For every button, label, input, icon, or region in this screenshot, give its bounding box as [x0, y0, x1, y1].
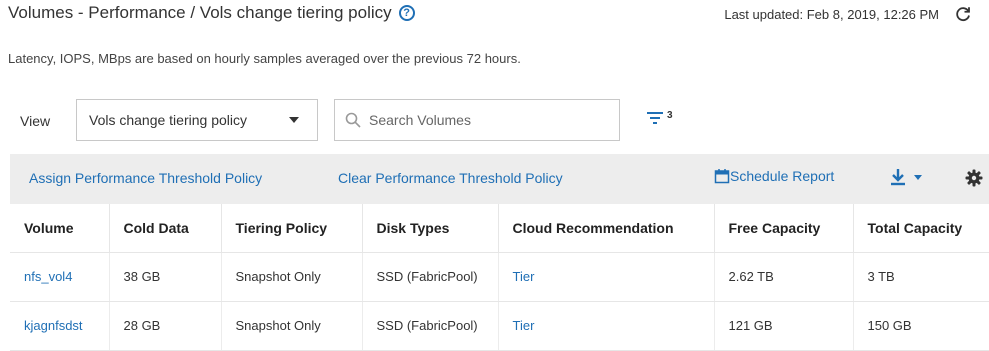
cloud-recommendation-link[interactable]: Tier — [498, 252, 715, 302]
clear-threshold-policy-link[interactable]: Clear Performance Threshold Policy — [338, 170, 563, 186]
filter-count-badge: 3 — [667, 110, 673, 121]
cold-data-cell: 28 GB — [109, 301, 222, 351]
volumes-table: Volume Cold Data Tiering Policy Disk Typ… — [10, 204, 989, 351]
table-toolbar: Assign Performance Threshold Policy Clea… — [10, 154, 989, 204]
chevron-down-icon — [289, 117, 299, 123]
volume-link[interactable]: nfs_vol4 — [10, 252, 110, 302]
table-header-row: Volume Cold Data Tiering Policy Disk Typ… — [10, 204, 989, 253]
tiering-policy-cell: Snapshot Only — [221, 301, 363, 351]
table-row: nfs_vol4 38 GB Snapshot Only SSD (Fabric… — [10, 252, 989, 302]
search-icon — [345, 112, 361, 128]
cold-data-cell: 38 GB — [109, 252, 222, 302]
search-placeholder: Search Volumes — [369, 112, 471, 128]
calendar-icon — [714, 169, 730, 184]
column-header-cold-data[interactable]: Cold Data — [109, 204, 222, 253]
refresh-icon[interactable] — [954, 5, 972, 23]
free-capacity-cell: 121 GB — [714, 301, 854, 351]
schedule-report-button[interactable]: Schedule Report — [714, 168, 834, 184]
disk-types-cell: SSD (FabricPool) — [362, 252, 499, 302]
column-header-cloud-recommendation[interactable]: Cloud Recommendation — [498, 204, 715, 253]
column-header-disk-types[interactable]: Disk Types — [362, 204, 499, 253]
column-header-tiering-policy[interactable]: Tiering Policy — [221, 204, 363, 253]
gear-icon[interactable] — [965, 169, 983, 187]
tiering-policy-cell: Snapshot Only — [221, 252, 363, 302]
filter-icon — [647, 112, 663, 124]
table-row: kjagnfsdst 28 GB Snapshot Only SSD (Fabr… — [10, 301, 989, 351]
total-capacity-cell: 3 TB — [853, 252, 989, 302]
help-icon[interactable]: ? — [398, 5, 415, 21]
volume-link[interactable]: kjagnfsdst — [10, 301, 110, 351]
page-title: Volumes - Performance / Vols change tier… — [8, 3, 415, 23]
download-button[interactable] — [890, 168, 924, 186]
cloud-recommendation-link[interactable]: Tier — [498, 301, 715, 351]
view-label: View — [20, 113, 51, 129]
schedule-report-label: Schedule Report — [730, 168, 835, 184]
download-icon — [891, 169, 905, 186]
filter-button[interactable]: 3 — [646, 110, 673, 125]
column-header-total-capacity[interactable]: Total Capacity — [853, 204, 989, 253]
page: Volumes - Performance / Vols change tier… — [0, 0, 989, 351]
page-title-text: Volumes - Performance / Vols change tier… — [8, 3, 392, 22]
column-header-volume[interactable]: Volume — [10, 204, 110, 253]
search-input[interactable]: Search Volumes — [334, 99, 620, 141]
view-select[interactable]: Vols change tiering policy — [76, 99, 318, 141]
sampling-note: Latency, IOPS, MBps are based on hourly … — [8, 51, 521, 66]
assign-threshold-policy-link[interactable]: Assign Performance Threshold Policy — [29, 170, 262, 186]
last-updated: Last updated: Feb 8, 2019, 12:26 PM — [724, 7, 939, 22]
disk-types-cell: SSD (FabricPool) — [362, 301, 499, 351]
column-header-free-capacity[interactable]: Free Capacity — [714, 204, 854, 253]
chevron-down-icon — [914, 175, 922, 180]
free-capacity-cell: 2.62 TB — [714, 252, 854, 302]
view-select-value: Vols change tiering policy — [89, 112, 247, 128]
total-capacity-cell: 150 GB — [853, 301, 989, 351]
